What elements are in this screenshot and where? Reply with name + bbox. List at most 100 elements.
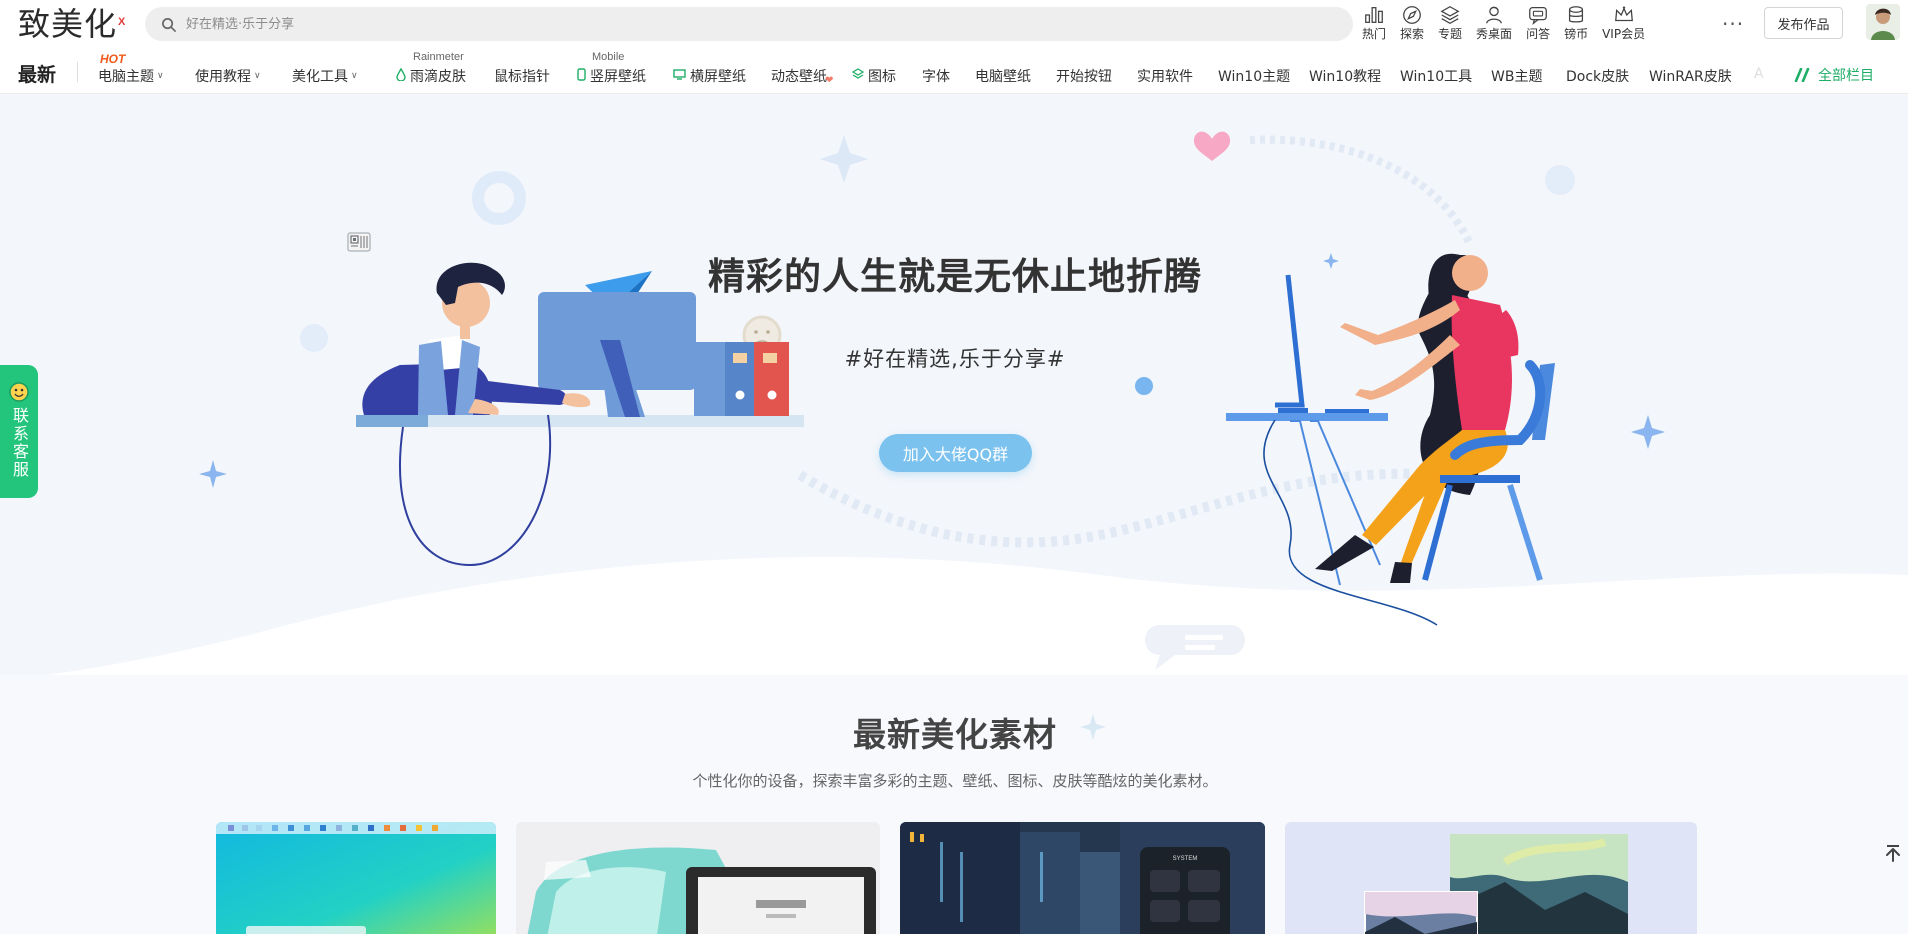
section-description: 个性化你的设备，探索丰富多彩的主题、壁纸、图标、皮肤等酷炫的美化素材。 bbox=[692, 772, 1218, 790]
top-link-label: 秀桌面 bbox=[1476, 27, 1513, 41]
nav-item-fonts[interactable]: 字体 bbox=[922, 66, 950, 86]
chevron-down-icon: ∨ bbox=[254, 71, 261, 81]
nav-item-label: 美化工具 bbox=[292, 69, 348, 85]
nav-item-win10-themes[interactable]: Win10主题 bbox=[1218, 66, 1290, 86]
nav-all-label: 全部栏目 bbox=[1818, 68, 1874, 84]
monitor-icon bbox=[673, 68, 686, 84]
search-input[interactable] bbox=[186, 16, 1186, 32]
nav-sub-mobile: Mobile bbox=[592, 51, 625, 63]
nav-item-label: 雨滴皮肤 bbox=[410, 69, 466, 85]
card-thumbnail bbox=[1285, 822, 1697, 934]
heart-icon: ❤ bbox=[825, 74, 834, 86]
top-link-label: 问答 bbox=[1526, 27, 1551, 41]
top-link-explore[interactable]: 探索 bbox=[1400, 4, 1424, 41]
nav-sub-rainmeter: Rainmeter bbox=[413, 51, 464, 63]
top-link-label: VIP会员 bbox=[1602, 27, 1646, 41]
nav-item-label: 电脑壁纸 bbox=[975, 69, 1031, 85]
nav-item-label: Win10主题 bbox=[1218, 69, 1291, 85]
nav-item-cursors[interactable]: 鼠标指针 bbox=[494, 66, 550, 86]
nav-item-label: 字体 bbox=[922, 69, 950, 85]
nav-all-categories[interactable]: 全部栏目 bbox=[1794, 65, 1874, 85]
nav-item-label: Win10教程 bbox=[1309, 69, 1382, 85]
coin-icon bbox=[1569, 6, 1584, 23]
more-menu-button[interactable]: ··· bbox=[1722, 12, 1744, 36]
nav-item-live-wallpapers[interactable]: 动态壁纸 ❤ bbox=[771, 66, 833, 86]
material-card[interactable]: SYSTEM bbox=[900, 822, 1265, 934]
top-link-hot[interactable]: 热门 bbox=[1362, 4, 1386, 41]
nav-item-landscape-wallpapers[interactable]: 横屏壁纸 bbox=[673, 66, 746, 86]
nav-item-label: 图标 bbox=[868, 69, 896, 85]
card-thumbnail: SYSTEM bbox=[900, 822, 1265, 934]
qr-code-icon[interactable] bbox=[347, 232, 371, 252]
top-link-label: 热门 bbox=[1362, 27, 1387, 41]
hero-illustration bbox=[0, 95, 1908, 675]
nav-item-wb-themes[interactable]: WB主题 bbox=[1491, 66, 1542, 86]
nav-item-label: 横屏壁纸 bbox=[690, 69, 746, 85]
nav-item-software[interactable]: 实用软件 bbox=[1137, 66, 1193, 86]
top-link-qa[interactable]: 问答 bbox=[1526, 4, 1550, 41]
card-thumbnail bbox=[216, 822, 496, 934]
search-bar[interactable] bbox=[145, 7, 1353, 41]
nav-fade bbox=[1740, 48, 1792, 93]
material-card[interactable] bbox=[516, 822, 880, 934]
nav-item-dock-skins[interactable]: Dock皮肤 bbox=[1566, 66, 1629, 86]
back-to-top-icon[interactable] bbox=[1883, 843, 1903, 863]
nav-item-label: 电脑主题 bbox=[98, 69, 154, 85]
nav-item-win10-tutorials[interactable]: Win10教程 bbox=[1309, 66, 1381, 86]
logo-text: 致美化 bbox=[18, 5, 118, 43]
top-link-coins[interactable]: 镑币 bbox=[1564, 4, 1588, 41]
nav-latest[interactable]: 最新 bbox=[18, 60, 56, 87]
nav-item-pc-wallpapers[interactable]: 电脑壁纸 bbox=[975, 66, 1031, 86]
material-card[interactable] bbox=[216, 822, 496, 934]
hero-title: 精彩的人生就是无休止地折腾 bbox=[708, 254, 1202, 298]
card-thumbnail bbox=[516, 822, 880, 934]
nav-item-tools[interactable]: 美化工具 ∨ bbox=[292, 66, 358, 86]
chevron-down-icon: ∨ bbox=[157, 71, 164, 81]
top-links: 热门 探索 专题 秀桌面 问答 镑币 VIP会员 bbox=[1362, 4, 1659, 44]
person-icon bbox=[1486, 6, 1503, 24]
category-nav: 最新 HOT 电脑主题 ∨ 使用教程 ∨ 美化工具 ∨ Rainmeter 雨滴皮肤 … bbox=[0, 48, 1908, 94]
nav-item-start-buttons[interactable]: 开始按钮 bbox=[1056, 66, 1112, 86]
trending-icon bbox=[1365, 7, 1383, 23]
site-logo[interactable]: 致美化 X bbox=[18, 2, 126, 43]
drop-icon bbox=[396, 67, 406, 85]
top-link-label: 探索 bbox=[1400, 27, 1425, 41]
nav-item-label: 动态壁纸 bbox=[771, 69, 827, 85]
nav-item-rainmeter[interactable]: 雨滴皮肤 bbox=[396, 66, 466, 86]
svg-text:SYSTEM: SYSTEM bbox=[1173, 856, 1198, 862]
nav-item-tutorials[interactable]: 使用教程 ∨ bbox=[195, 66, 261, 86]
nav-item-label: WinRAR皮肤 bbox=[1649, 69, 1732, 85]
nav-item-winrar-skins[interactable]: WinRAR皮肤 bbox=[1649, 66, 1732, 86]
layers-icon bbox=[851, 68, 865, 84]
material-card[interactable] bbox=[1285, 822, 1697, 934]
top-link-vip[interactable]: VIP会员 bbox=[1602, 4, 1645, 41]
top-link-desktop[interactable]: 秀桌面 bbox=[1476, 4, 1512, 41]
top-bar: 致美化X 热门 探索 专题 秀桌面 问答 镑币 bbox=[0, 0, 1908, 48]
nav-item-label: WB主题 bbox=[1491, 69, 1543, 85]
nav-item-icons[interactable]: 图标 bbox=[851, 66, 896, 86]
section-title: 最新美化素材 bbox=[853, 715, 1057, 754]
top-link-label: 专题 bbox=[1438, 27, 1463, 41]
smile-icon bbox=[9, 382, 29, 402]
hero-subtitle: #好在精选,乐于分享# bbox=[844, 347, 1066, 371]
chevron-down-icon: ∨ bbox=[351, 71, 358, 81]
top-link-label: 镑币 bbox=[1564, 27, 1589, 41]
search-icon bbox=[162, 17, 176, 32]
nav-item-label: 竖屏壁纸 bbox=[590, 69, 646, 85]
nav-item-label: Win10工具 bbox=[1400, 69, 1473, 85]
nav-item-vertical-wallpapers[interactable]: 竖屏壁纸 bbox=[577, 66, 646, 86]
nav-item-label: 鼠标指针 bbox=[494, 69, 550, 85]
nav-item-label: Dock皮肤 bbox=[1566, 69, 1630, 85]
contact-service-label: 联系客服 bbox=[10, 407, 29, 479]
nav-item-pc-themes[interactable]: 电脑主题 ∨ bbox=[98, 66, 164, 86]
layers-icon bbox=[1440, 6, 1460, 24]
nav-item-win10-tools[interactable]: Win10工具 bbox=[1400, 66, 1472, 86]
top-link-topics[interactable]: 专题 bbox=[1438, 4, 1462, 41]
contact-service-tab[interactable]: 联系客服 bbox=[0, 365, 38, 498]
compass-icon bbox=[1403, 6, 1421, 24]
user-avatar[interactable] bbox=[1866, 4, 1900, 40]
hot-badge: HOT bbox=[100, 52, 126, 66]
nav-item-label: 开始按钮 bbox=[1056, 69, 1112, 85]
publish-button[interactable]: 发布作品 bbox=[1764, 7, 1843, 39]
join-qq-group-button[interactable]: 加入大佬QQ群 bbox=[879, 434, 1032, 472]
